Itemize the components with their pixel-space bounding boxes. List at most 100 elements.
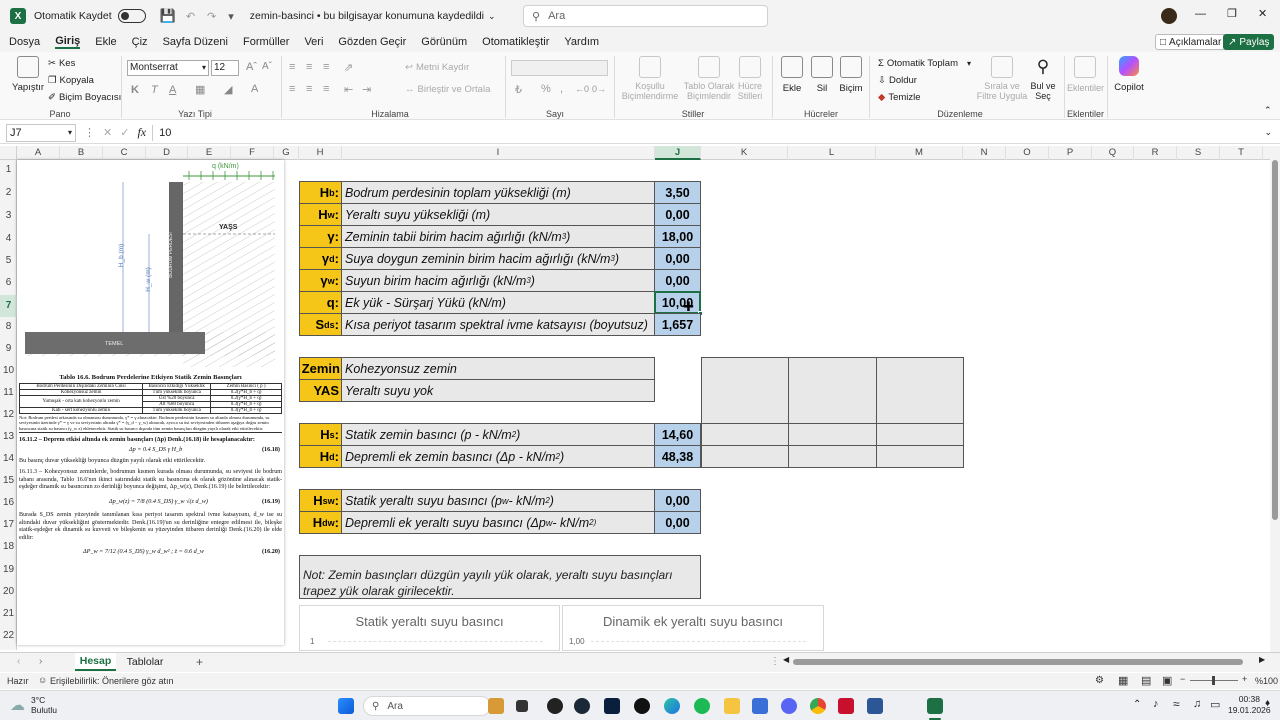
result-value-hs[interactable]: 14,60: [654, 423, 701, 446]
italic-icon[interactable]: T: [151, 84, 158, 96]
number-format-select[interactable]: [511, 60, 608, 76]
clock[interactable]: 00:38 19.01.2026: [1228, 694, 1271, 716]
symbol-cell-hw[interactable]: Hw:: [299, 203, 342, 226]
tray-chevron-icon[interactable]: ⌃: [1133, 699, 1141, 710]
insert-cells-button[interactable]: Ekle: [778, 56, 806, 94]
menu-formuller[interactable]: Formüller: [243, 36, 289, 48]
taskbar-search[interactable]: ⚲ Ara: [363, 696, 491, 716]
qat-more-icon[interactable]: ▾: [228, 10, 234, 23]
menu-sayfa-duzeni[interactable]: Sayfa Düzeni: [163, 36, 228, 48]
row-header[interactable]: 8: [0, 321, 17, 332]
result-description-cell[interactable]: Depremli ek zemin basıncı (Δp - kN/m 2 ): [341, 445, 655, 468]
menu-yardim[interactable]: Yardım: [564, 36, 599, 48]
result-description-cell[interactable]: Depremli ek yeraltı suyu basıncı (Δp w - …: [341, 511, 655, 534]
formula-options-icon[interactable]: ⋮: [84, 126, 95, 139]
file-explorer-icon[interactable]: [724, 698, 740, 714]
symbol-cell-gamma-d[interactable]: γd:: [299, 247, 342, 270]
task-view-icon[interactable]: [516, 700, 528, 712]
currency-icon[interactable]: ₺: [515, 83, 522, 96]
microphone-icon[interactable]: ♪: [1153, 698, 1159, 710]
column-header-i[interactable]: I: [342, 146, 655, 160]
close-icon[interactable]: ✕: [1258, 7, 1267, 20]
volume-icon[interactable]: ♫: [1193, 698, 1201, 710]
clear-button[interactable]: ◆ Temizle: [878, 92, 921, 103]
restore-icon[interactable]: ❐: [1227, 7, 1237, 20]
file-title[interactable]: zemin-basinci • bu bilgisayar konumuna k…: [250, 10, 484, 22]
symbol-cell-gamma[interactable]: γ:: [299, 225, 342, 248]
decimal-increase-icon[interactable]: ←0: [575, 84, 589, 94]
font-shrink-icon[interactable]: Aˇ: [262, 61, 272, 72]
fill-color-icon[interactable]: ◢: [224, 83, 232, 96]
empty-box[interactable]: [701, 445, 789, 468]
app-icon[interactable]: [634, 698, 650, 714]
wrap-text-button[interactable]: ↩ Metni Kaydır: [405, 62, 469, 73]
result-description-cell[interactable]: Statik zemin basıncı (p - kN/m 2 ): [341, 423, 655, 446]
font-color-icon[interactable]: A: [251, 83, 258, 95]
symbol-cell-hb[interactable]: Hb:: [299, 181, 342, 204]
column-header-r[interactable]: R: [1134, 146, 1177, 160]
sheet-tab-hesap[interactable]: Hesap: [75, 653, 116, 671]
conditional-format-button[interactable]: Koşullu Biçimlendirme: [620, 56, 680, 101]
cell-styles-button[interactable]: Hücre Stilleri: [735, 56, 765, 101]
column-header-s[interactable]: S: [1177, 146, 1220, 160]
align-middle-icon[interactable]: ≡: [306, 61, 312, 73]
share-button[interactable]: ↗ Paylaş: [1223, 34, 1275, 50]
empty-box[interactable]: [701, 357, 789, 424]
redo-icon[interactable]: ↷: [207, 10, 216, 23]
zoom-out-icon[interactable]: −: [1180, 674, 1185, 684]
column-header-m[interactable]: M: [876, 146, 963, 160]
delete-cells-button[interactable]: Sil: [808, 56, 836, 94]
select-all-button[interactable]: [0, 146, 17, 160]
row-header[interactable]: 19: [0, 564, 17, 575]
chart-static-groundwater[interactable]: Statik yeraltı suyu basıncı 1: [299, 605, 560, 651]
column-header-d[interactable]: D: [146, 146, 188, 160]
empty-box[interactable]: [876, 445, 964, 468]
soil-label-cell[interactable]: Zemin: [299, 357, 342, 380]
row-header[interactable]: 16: [0, 497, 17, 508]
copy-button[interactable]: ❐ Kopyala: [48, 75, 94, 86]
tab-scroll-left-icon[interactable]: ‹: [17, 656, 20, 667]
find-select-button[interactable]: ⚲ Bul ve Seç: [1029, 56, 1057, 101]
edge-icon[interactable]: [664, 698, 680, 714]
align-center-icon[interactable]: ≡: [306, 83, 312, 95]
column-header-k[interactable]: K: [701, 146, 788, 160]
column-header-c[interactable]: C: [103, 146, 146, 160]
cancel-icon[interactable]: ✕: [103, 126, 112, 139]
row-header[interactable]: 7: [0, 295, 17, 317]
undo-icon[interactable]: ↶: [186, 10, 195, 23]
format-cells-button[interactable]: Biçim: [837, 56, 865, 94]
widgets-icon[interactable]: [488, 698, 504, 714]
indent-decrease-icon[interactable]: ⇤: [344, 83, 353, 96]
note-box[interactable]: Not: Zemin basınçları düzgün yayılı yük …: [299, 555, 701, 599]
row-header[interactable]: 20: [0, 586, 17, 597]
format-as-table-button[interactable]: Tablo Olarak Biçimlendir: [682, 56, 736, 101]
row-header[interactable]: 13: [0, 431, 17, 442]
zoom-in-icon[interactable]: +: [1242, 674, 1247, 684]
column-header-b[interactable]: B: [60, 146, 103, 160]
format-painter-button[interactable]: ✐ Biçim Boyacısı: [48, 92, 121, 103]
menu-otomatiklestir[interactable]: Otomatikleştir: [482, 36, 549, 48]
empty-box[interactable]: [788, 423, 877, 446]
minimize-icon[interactable]: —: [1195, 8, 1206, 20]
value-cell-gamma-w[interactable]: 0,00: [654, 269, 701, 292]
water-label-cell[interactable]: YAS: [299, 379, 342, 402]
menu-gorunum[interactable]: Görünüm: [421, 36, 467, 48]
result-value-hd[interactable]: 48,38: [654, 445, 701, 468]
result-value-hsw[interactable]: 0,00: [654, 489, 701, 512]
steam-icon[interactable]: [574, 698, 590, 714]
font-name-select[interactable]: Montserrat ▾: [127, 60, 209, 76]
column-header-h[interactable]: H: [299, 146, 342, 160]
app-icon[interactable]: [752, 698, 768, 714]
decimal-decrease-icon[interactable]: 0→: [592, 84, 606, 94]
zoom-slider[interactable]: [1190, 676, 1238, 685]
spotify-icon[interactable]: [694, 698, 710, 714]
value-cell-gamma-d[interactable]: 0,00: [654, 247, 701, 270]
accessibility-status[interactable]: Erişilebilirlik: Önerilere göz atın: [50, 676, 174, 686]
app-icon[interactable]: [547, 698, 563, 714]
symbol-cell-hsw[interactable]: Hsw:: [299, 489, 342, 512]
column-header-g[interactable]: G: [274, 146, 299, 160]
value-cell-hb[interactable]: 3,50: [654, 181, 701, 204]
search-input[interactable]: ⚲ Ara: [523, 5, 768, 27]
align-top-icon[interactable]: ≡: [289, 61, 295, 73]
empty-box[interactable]: [788, 357, 877, 424]
